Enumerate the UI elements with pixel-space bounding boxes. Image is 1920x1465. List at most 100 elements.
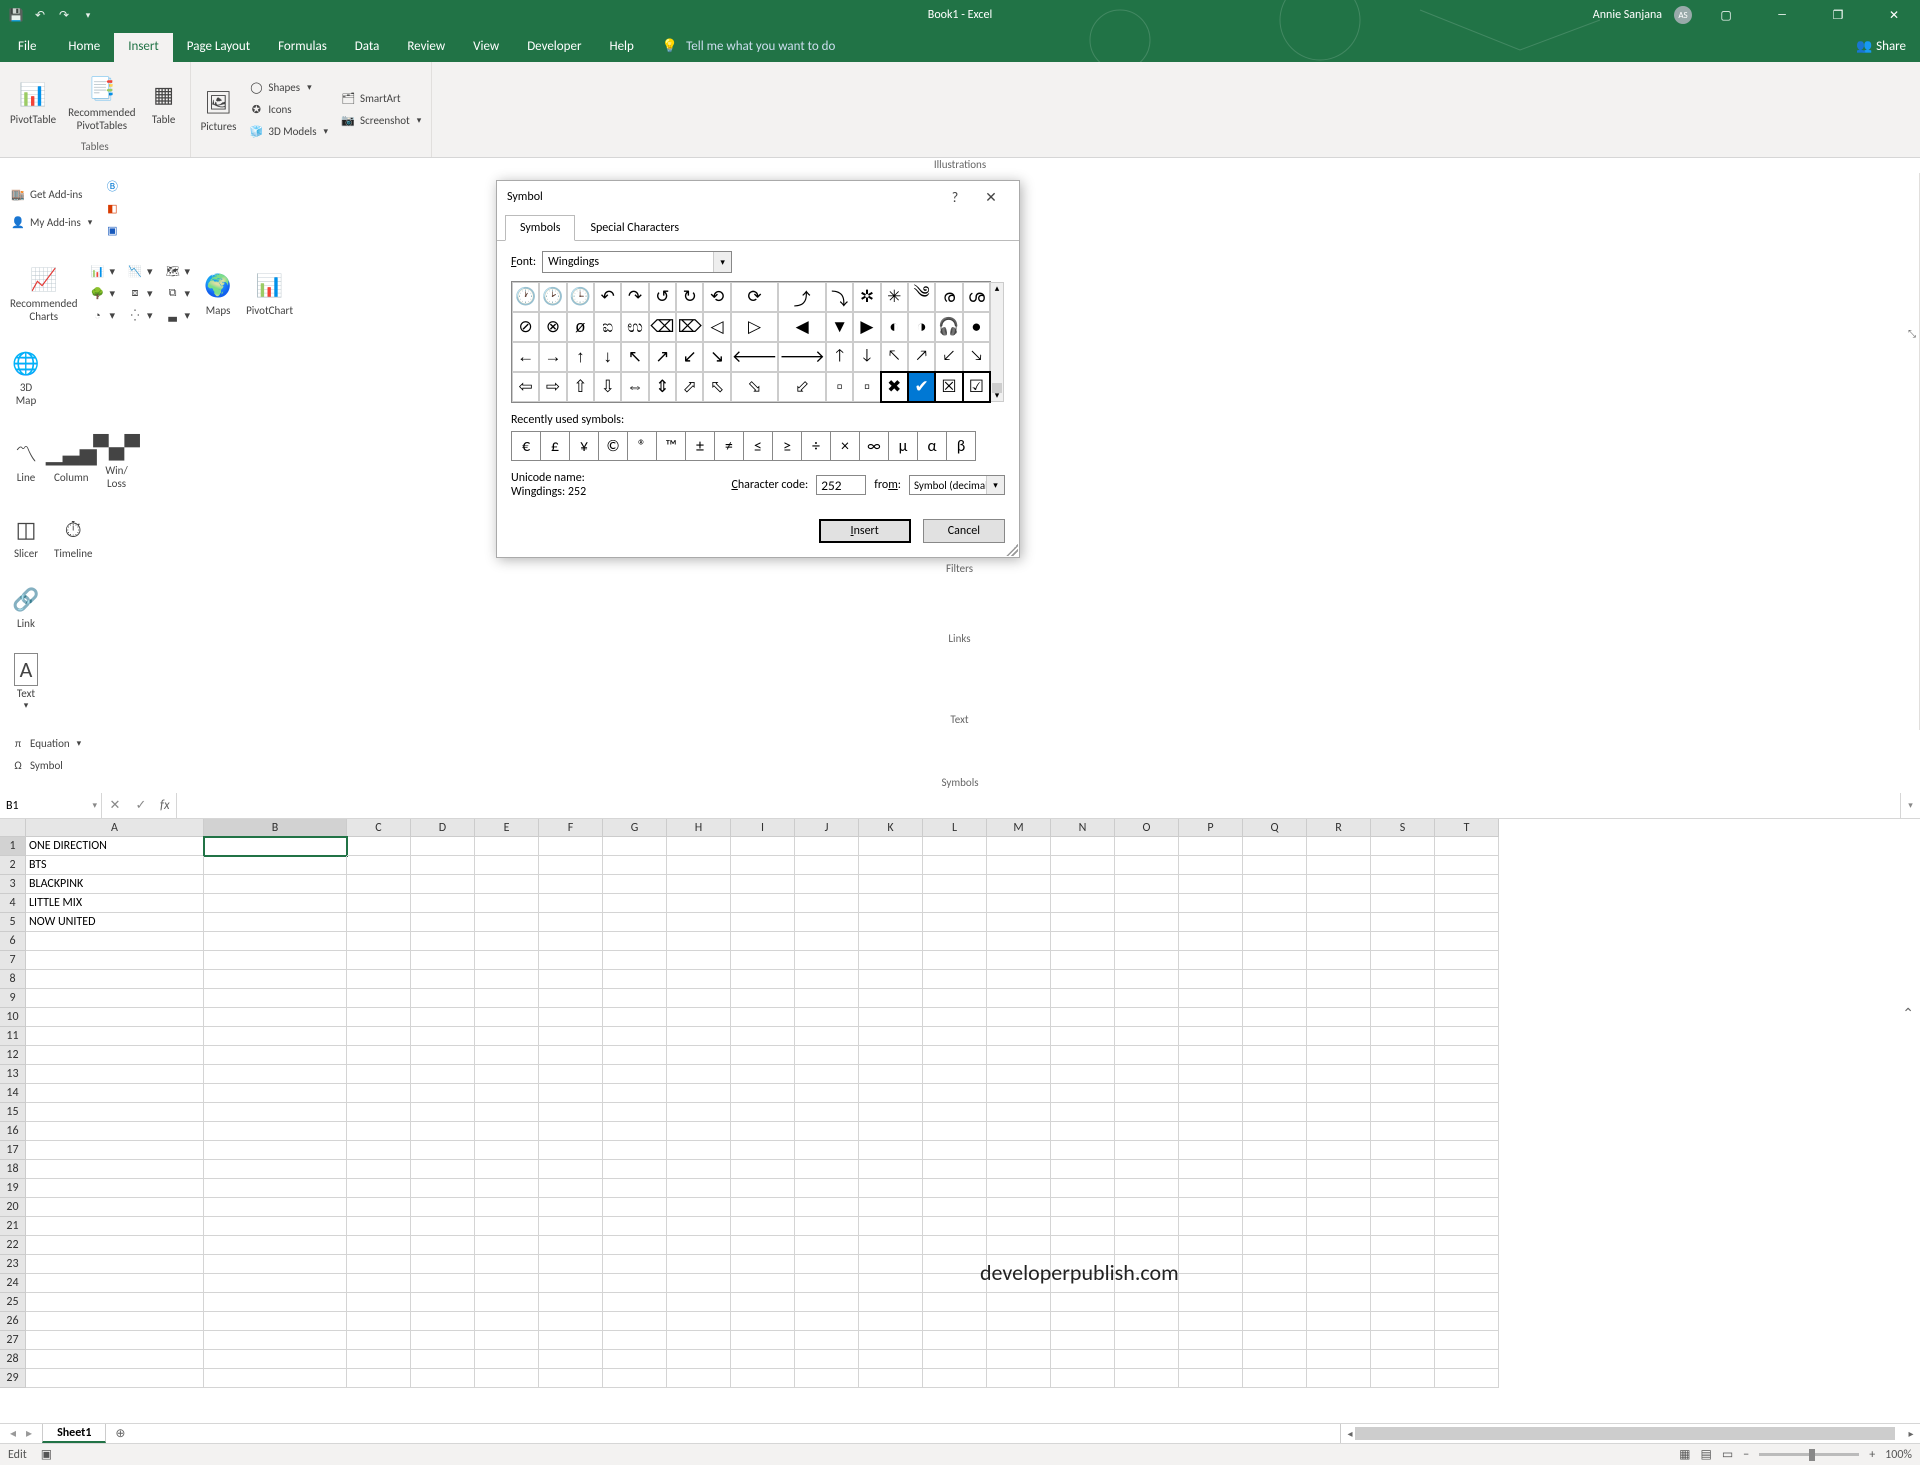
- cell[interactable]: [1435, 1160, 1499, 1179]
- symbol-cell[interactable]: ◐: [881, 312, 908, 342]
- cancel-button[interactable]: Cancel: [923, 519, 1005, 543]
- cell[interactable]: ONE DIRECTION: [26, 837, 204, 856]
- sparkline-column-button[interactable]: ▁▃▅Column: [50, 435, 93, 486]
- cell[interactable]: [26, 1312, 204, 1331]
- cell[interactable]: [795, 1369, 859, 1388]
- cell[interactable]: [859, 1122, 923, 1141]
- cell[interactable]: [1051, 1293, 1115, 1312]
- row-header[interactable]: 11: [0, 1027, 26, 1046]
- cell[interactable]: [1371, 913, 1435, 932]
- row-header[interactable]: 23: [0, 1255, 26, 1274]
- cell[interactable]: [411, 1217, 475, 1236]
- row-header[interactable]: 14: [0, 1084, 26, 1103]
- symbol-cell[interactable]: ↙: [676, 342, 703, 372]
- symbol-cell[interactable]: ↷: [621, 282, 648, 312]
- cell[interactable]: [731, 1255, 795, 1274]
- cell[interactable]: [1115, 989, 1179, 1008]
- row-header[interactable]: 24: [0, 1274, 26, 1293]
- symbol-cell[interactable]: ⇔: [621, 372, 648, 402]
- cell[interactable]: [26, 1331, 204, 1350]
- cell[interactable]: [1371, 1331, 1435, 1350]
- dialog-titlebar[interactable]: Symbol ? ✕: [497, 181, 1019, 213]
- cell[interactable]: [1243, 1274, 1307, 1293]
- cell[interactable]: [923, 1293, 987, 1312]
- symbol-cell[interactable]: 🡒: [778, 342, 826, 372]
- from-select[interactable]: Symbol (decimal) ▾: [909, 475, 1005, 495]
- cell[interactable]: [987, 1198, 1051, 1217]
- cell[interactable]: [539, 1350, 603, 1369]
- cell[interactable]: [411, 1141, 475, 1160]
- cell[interactable]: [667, 1331, 731, 1350]
- bing-maps-button[interactable]: Ⓑ: [100, 175, 124, 197]
- symbol-cell[interactable]: ↗: [649, 342, 676, 372]
- cell[interactable]: [475, 1350, 539, 1369]
- cell[interactable]: [26, 1198, 204, 1217]
- combo-chart-button[interactable]: ⧉▾: [161, 282, 195, 304]
- cell[interactable]: [859, 1160, 923, 1179]
- cell[interactable]: [1243, 1065, 1307, 1084]
- cell[interactable]: [1371, 1027, 1435, 1046]
- cell[interactable]: [859, 1236, 923, 1255]
- symbol-cell[interactable]: 🡗: [935, 342, 962, 372]
- cell[interactable]: [475, 1255, 539, 1274]
- cell[interactable]: [667, 1255, 731, 1274]
- cell[interactable]: [347, 1274, 411, 1293]
- cell[interactable]: [1243, 1141, 1307, 1160]
- cell[interactable]: [1435, 894, 1499, 913]
- spreadsheet-grid[interactable]: ABCDEFGHIJKLMNOPQRST 1234567891011121314…: [0, 819, 1920, 1423]
- recent-symbol-cell[interactable]: α: [917, 431, 947, 461]
- cell[interactable]: [1371, 1160, 1435, 1179]
- zoom-out-icon[interactable]: −: [1743, 1448, 1749, 1462]
- cell[interactable]: [731, 1122, 795, 1141]
- symbol-cell[interactable]: ⇩: [594, 372, 621, 402]
- cell[interactable]: [987, 1122, 1051, 1141]
- cell[interactable]: [795, 1046, 859, 1065]
- cell[interactable]: [667, 1350, 731, 1369]
- cell[interactable]: [204, 1141, 347, 1160]
- cell[interactable]: [667, 989, 731, 1008]
- cell[interactable]: [731, 1160, 795, 1179]
- cell[interactable]: [987, 1350, 1051, 1369]
- cell[interactable]: [923, 1198, 987, 1217]
- cell[interactable]: [859, 1255, 923, 1274]
- cell[interactable]: [795, 1274, 859, 1293]
- cell[interactable]: [987, 1312, 1051, 1331]
- cell[interactable]: [731, 1008, 795, 1027]
- cell[interactable]: [1307, 1274, 1371, 1293]
- cell[interactable]: [475, 1274, 539, 1293]
- column-header[interactable]: C: [347, 819, 411, 837]
- cell[interactable]: [1179, 1008, 1243, 1027]
- cell[interactable]: [1051, 1103, 1115, 1122]
- get-addins-button[interactable]: 🏬Get Add-ins: [6, 183, 96, 205]
- cell[interactable]: [26, 1084, 204, 1103]
- cell[interactable]: [539, 894, 603, 913]
- cell[interactable]: [411, 989, 475, 1008]
- cell[interactable]: [1243, 875, 1307, 894]
- symbol-cell[interactable]: ⇧: [567, 372, 594, 402]
- symbol-cell[interactable]: →: [539, 342, 566, 372]
- cell[interactable]: [1115, 1046, 1179, 1065]
- symbol-cell[interactable]: ༄: [908, 282, 935, 312]
- cell[interactable]: [987, 970, 1051, 989]
- cell[interactable]: [987, 913, 1051, 932]
- cell[interactable]: [475, 913, 539, 932]
- cell[interactable]: [1307, 1217, 1371, 1236]
- scroll-right-icon[interactable]: ▸: [1904, 1427, 1918, 1440]
- symbol-cell[interactable]: ⬃: [778, 372, 826, 402]
- cell[interactable]: [1051, 875, 1115, 894]
- recent-symbol-cell[interactable]: ≥: [772, 431, 802, 461]
- cell[interactable]: [1051, 856, 1115, 875]
- column-header[interactable]: H: [667, 819, 731, 837]
- cell[interactable]: [859, 1084, 923, 1103]
- cell[interactable]: [987, 1369, 1051, 1388]
- cell[interactable]: [1307, 837, 1371, 856]
- cell[interactable]: [347, 837, 411, 856]
- cell[interactable]: [923, 1179, 987, 1198]
- cell[interactable]: [859, 894, 923, 913]
- zoom-slider[interactable]: [1759, 1453, 1859, 1456]
- cell[interactable]: [1371, 1350, 1435, 1369]
- cell[interactable]: [1307, 1198, 1371, 1217]
- ribbon-display-icon[interactable]: ▢: [1704, 0, 1748, 30]
- cell[interactable]: [987, 1065, 1051, 1084]
- cell[interactable]: [987, 1027, 1051, 1046]
